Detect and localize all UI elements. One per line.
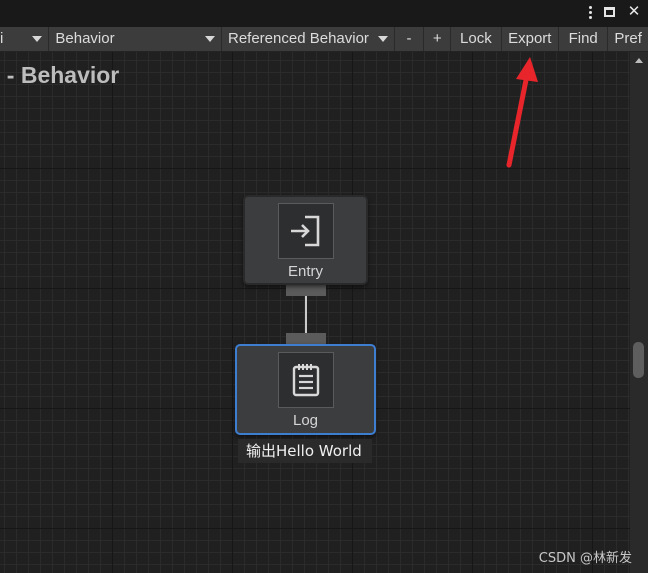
graph-title: j - Behavior (0, 62, 120, 88)
vertical-scrollbar[interactable] (630, 52, 648, 573)
connection-wire (305, 296, 307, 333)
scrollbar-thumb[interactable] (633, 342, 644, 378)
graph-owner-dropdown-label: i (0, 30, 4, 47)
lock-button[interactable]: Lock (451, 27, 502, 51)
entry-node[interactable]: Entry (243, 195, 368, 285)
log-node-label: Log (292, 412, 319, 429)
scroll-up-icon[interactable] (635, 58, 643, 63)
remove-behavior-button[interactable]: - (395, 27, 425, 51)
graph-toolbar: i Behavior Referenced Behavior - + Lock … (0, 27, 648, 52)
graph-canvas[interactable] (0, 52, 630, 573)
entry-node-label: Entry (287, 263, 323, 280)
window-title-bar: ✕ (0, 0, 648, 27)
log-node[interactable]: Log (235, 344, 376, 435)
log-icon (277, 352, 334, 408)
behavior-dropdown-label: Behavior (55, 30, 115, 47)
entry-output-port[interactable] (286, 284, 326, 296)
window-controls: ✕ (582, 3, 642, 21)
export-button[interactable]: Export (502, 27, 559, 51)
find-button[interactable]: Find (559, 27, 609, 51)
referenced-behavior-dropdown[interactable]: Referenced Behavior (222, 27, 395, 51)
referenced-behavior-dropdown-label: Referenced Behavior (228, 30, 369, 47)
entry-icon (277, 203, 334, 259)
menu-dots-icon[interactable] (582, 3, 598, 21)
node-comment: 输出Hello World (238, 439, 372, 463)
preferences-button[interactable]: Pref (608, 27, 648, 51)
close-icon[interactable]: ✕ (626, 3, 642, 21)
add-behavior-button[interactable]: + (424, 27, 452, 51)
watermark: CSDN @林新发 (538, 551, 632, 566)
graph-owner-dropdown[interactable]: i (0, 27, 50, 51)
behavior-dropdown[interactable]: Behavior (49, 27, 222, 51)
maximize-icon[interactable] (604, 3, 620, 21)
